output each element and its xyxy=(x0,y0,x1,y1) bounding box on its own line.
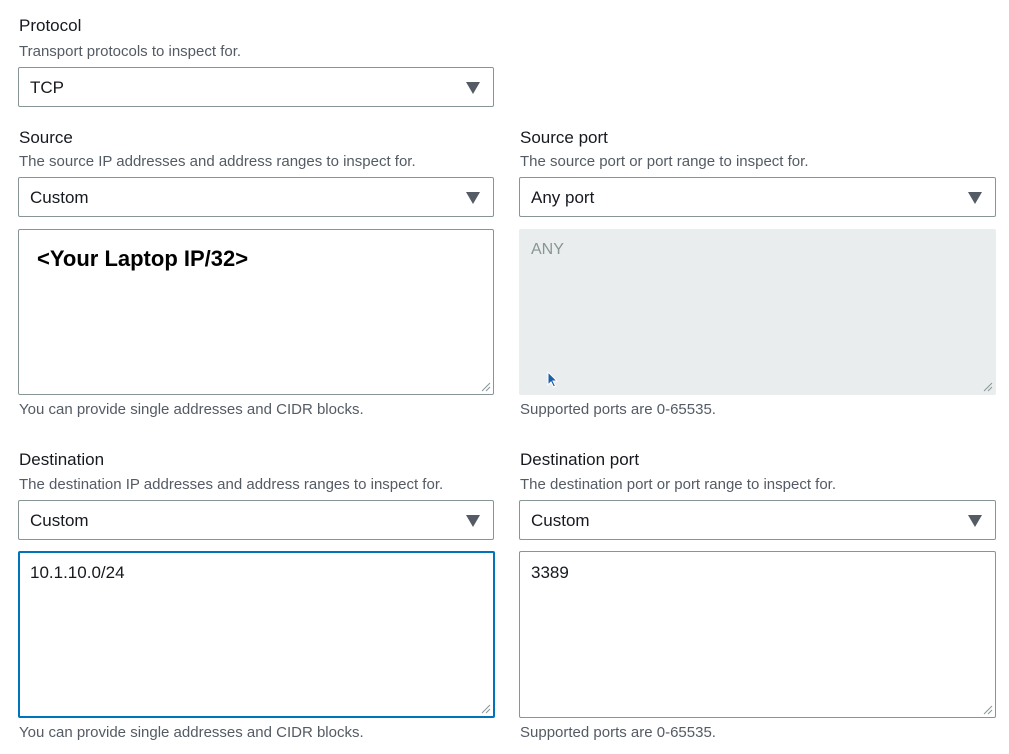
source-port-textarea: ANY xyxy=(519,229,996,395)
resize-handle-icon[interactable] xyxy=(481,382,491,392)
source-select-value: Custom xyxy=(30,188,89,207)
caret-down-icon xyxy=(968,515,982,527)
protocol-select[interactable]: TCP xyxy=(18,67,494,107)
source-port-select-value: Any port xyxy=(531,188,595,207)
destination-hint: You can provide single addresses and CID… xyxy=(19,724,364,741)
protocol-select-value: TCP xyxy=(30,78,64,97)
resize-handle-icon xyxy=(983,382,993,392)
destination-port-textarea[interactable]: 3389 xyxy=(519,551,996,718)
mouse-cursor-icon xyxy=(547,371,559,388)
protocol-label: Protocol xyxy=(19,16,82,35)
source-select[interactable]: Custom xyxy=(18,177,494,217)
source-port-label: Source port xyxy=(520,128,608,147)
destination-select[interactable]: Custom xyxy=(18,500,494,540)
destination-textarea-value: 10.1.10.0/24 xyxy=(30,563,125,582)
resize-handle-icon[interactable] xyxy=(481,704,491,714)
destination-port-select[interactable]: Custom xyxy=(519,500,996,540)
destination-label: Destination xyxy=(19,450,105,469)
source-label: Source xyxy=(19,128,73,147)
destination-select-value: Custom xyxy=(30,511,89,530)
source-hint: You can provide single addresses and CID… xyxy=(19,401,364,418)
destination-port-hint: Supported ports are 0-65535. xyxy=(520,724,716,741)
source-port-textarea-value: ANY xyxy=(531,241,564,258)
destination-port-textarea-value: 3389 xyxy=(531,563,569,582)
source-description: The source IP addresses and address rang… xyxy=(19,153,416,170)
source-textarea[interactable]: <Your Laptop IP/32> xyxy=(18,229,494,395)
destination-textarea[interactable]: 10.1.10.0/24 xyxy=(18,551,495,718)
source-port-hint: Supported ports are 0-65535. xyxy=(520,401,716,418)
destination-port-description: The destination port or port range to in… xyxy=(520,476,837,493)
caret-down-icon xyxy=(466,82,480,94)
destination-description: The destination IP addresses and address… xyxy=(19,476,444,493)
source-port-description: The source port or port range to inspect… xyxy=(520,153,809,170)
caret-down-icon xyxy=(466,192,480,204)
protocol-description: Transport protocols to inspect for. xyxy=(19,43,242,60)
source-textarea-value: <Your Laptop IP/32> xyxy=(37,246,249,271)
source-port-select[interactable]: Any port xyxy=(519,177,996,217)
resize-handle-icon[interactable] xyxy=(983,705,993,715)
caret-down-icon xyxy=(968,192,982,204)
destination-port-label: Destination port xyxy=(520,450,640,469)
caret-down-icon xyxy=(466,515,480,527)
destination-port-select-value: Custom xyxy=(531,511,590,530)
